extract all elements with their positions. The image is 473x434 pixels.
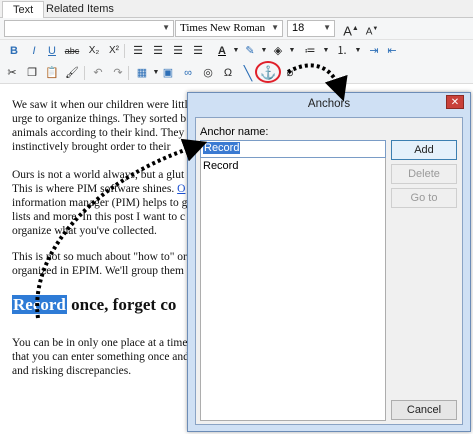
tab-bar: Text Related Items: [0, 0, 473, 19]
numbered-list-icon[interactable]: ⒈: [334, 43, 350, 59]
chevron-down-icon[interactable]: ▼: [350, 43, 366, 59]
toolbar-divider: [128, 66, 129, 80]
anchors-dialog: Anchors ✕ Anchor name: Record Record Add…: [187, 92, 471, 432]
toolbar-divider: [124, 44, 125, 58]
italic-button[interactable]: I: [26, 43, 42, 59]
font-size-select[interactable]: 18 ▼: [287, 20, 335, 37]
toolbar-divider: [84, 66, 85, 80]
chevron-down-icon[interactable]: ▼: [284, 43, 300, 59]
underline-button[interactable]: U: [44, 43, 60, 59]
decrease-indent-icon[interactable]: ⇤: [384, 43, 400, 59]
align-center-icon[interactable]: ☰: [150, 43, 166, 59]
link-icon[interactable]: ∞: [180, 65, 196, 81]
list-item[interactable]: Record: [201, 158, 385, 174]
selected-heading-text[interactable]: Record: [12, 295, 67, 314]
insert-toolbar-row: ✂ ❐ 📋 🖌 ↶ ↷ ▦ ▼ ▣ ∞ ◎ Ω ╲ ⚓ ⌀: [0, 62, 473, 84]
chevron-down-icon: ▼: [162, 23, 170, 32]
redo-icon[interactable]: ↷: [110, 65, 126, 81]
cancel-button[interactable]: Cancel: [391, 400, 457, 420]
delete-button[interactable]: Delete: [391, 164, 457, 184]
align-justify-icon[interactable]: ☰: [190, 43, 206, 59]
align-left-icon[interactable]: ☰: [130, 43, 146, 59]
font-family-select[interactable]: Times New Roman ▼: [175, 20, 283, 37]
subscript-button[interactable]: X₂: [86, 43, 102, 59]
symbol-button[interactable]: Ω: [220, 65, 236, 81]
horizontal-line-icon[interactable]: ╲: [240, 65, 256, 81]
close-button[interactable]: ✕: [446, 95, 464, 109]
strikethrough-button[interactable]: abc: [62, 43, 82, 59]
chevron-down-icon: ▼: [323, 23, 331, 32]
dialog-client-area: Anchor name: Record Record Add Delete Go…: [195, 117, 463, 425]
format-toolbar-row: ▼ Times New Roman ▼ 18 ▼ A▲ A▼: [0, 18, 473, 40]
inline-link[interactable]: O: [177, 183, 185, 195]
anchor-name-input[interactable]: Record: [200, 140, 386, 158]
undo-icon[interactable]: ↶: [90, 65, 106, 81]
font-size-value: 18: [292, 22, 305, 34]
grow-font-button[interactable]: A▲: [343, 21, 359, 38]
align-right-icon[interactable]: ☰: [170, 43, 186, 59]
paragraph-style-select[interactable]: ▼: [4, 20, 174, 37]
attachment-icon[interactable]: ⌀: [282, 65, 298, 81]
goto-button[interactable]: Go to: [391, 188, 457, 208]
tab-related-items[interactable]: Related Items: [36, 1, 124, 18]
anchor-list[interactable]: Record: [200, 158, 386, 421]
copy-icon[interactable]: ❐: [24, 65, 40, 81]
chevron-down-icon[interactable]: ▼: [318, 43, 334, 59]
anchor-highlight-ring: [255, 61, 281, 83]
font-family-value: Times New Roman: [180, 22, 266, 34]
heading-text: once, forget co: [66, 295, 177, 314]
superscript-button[interactable]: X²: [106, 43, 122, 59]
shrink-font-button[interactable]: A▼: [364, 21, 380, 37]
format-painter-icon[interactable]: 🖌: [64, 65, 80, 81]
image-icon[interactable]: ▣: [160, 65, 176, 81]
cut-icon[interactable]: ✂: [4, 65, 20, 81]
paragraph-toolbar-row: B I U abc X₂ X² ☰ ☰ ☰ ☰ A ▼ ✎ ▼ ◈ ▼ ≔ ▼ …: [0, 40, 473, 62]
chevron-down-icon: ▼: [271, 23, 279, 32]
increase-indent-icon[interactable]: ⇥: [366, 43, 382, 59]
bullet-list-icon[interactable]: ≔: [302, 43, 318, 59]
anchor-name-label: Anchor name:: [200, 126, 269, 138]
insert-object-icon[interactable]: ◎: [200, 65, 216, 81]
section-heading: Record once, forget co: [12, 294, 176, 316]
paste-icon[interactable]: 📋: [44, 65, 60, 81]
anchor-name-value: Record: [203, 142, 241, 154]
bold-button[interactable]: B: [6, 43, 22, 59]
add-button[interactable]: Add: [391, 140, 457, 160]
dialog-title: Anchors: [307, 98, 351, 110]
